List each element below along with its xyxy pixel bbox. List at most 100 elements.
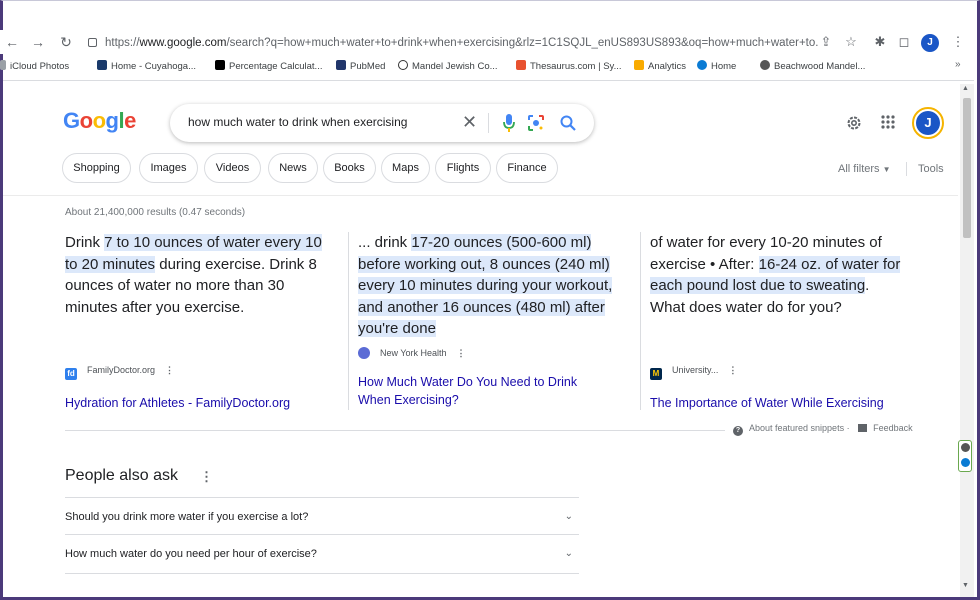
url-prefix: https://	[105, 37, 140, 49]
bookmark-item[interactable]: iCloud Photos	[0, 60, 69, 72]
chevron-down-icon: ⌄	[564, 511, 573, 522]
snippet-source-3[interactable]: M University... ⋮	[650, 365, 737, 380]
account-avatar[interactable]: J	[912, 107, 944, 139]
address-bar-row: ← → ↻ https://www.google.com/search?q=ho…	[0, 30, 974, 54]
bookmark-item[interactable]: Analytics	[634, 60, 686, 72]
about-featured-snippets-link[interactable]: About featured snippets	[749, 423, 844, 433]
clear-icon[interactable]: ✕	[462, 112, 477, 133]
snippet-link-1[interactable]: Hydration for Athletes - FamilyDoctor.or…	[65, 394, 290, 412]
chip-finance[interactable]: Finance	[496, 153, 558, 183]
feedback-icon	[858, 424, 868, 432]
bookmark-icon	[215, 60, 225, 70]
snippet-link-3[interactable]: The Importance of Water While Exercising	[650, 394, 884, 412]
browser-menu-icon[interactable]: ⋮	[950, 34, 966, 50]
logo-letter: e	[124, 108, 136, 133]
chip-images[interactable]: Images	[139, 153, 198, 183]
bookmark-item[interactable]: Mandel Jewish Co...	[398, 60, 498, 72]
chip-shopping[interactable]: Shopping	[62, 153, 131, 183]
settings-gear-icon[interactable]	[845, 114, 863, 132]
lock-icon	[88, 38, 97, 47]
bookmark-icon	[0, 60, 6, 70]
bookmark-icon	[760, 60, 770, 70]
back-arrow-icon[interactable]: ←	[4, 34, 20, 50]
side-panel-icon[interactable]: ◻	[896, 34, 912, 50]
extension-widget[interactable]	[958, 440, 972, 472]
logo-letter: G	[63, 108, 80, 133]
help-icon: ?	[733, 426, 743, 436]
browser-profile-avatar[interactable]: J	[921, 34, 939, 52]
more-options-icon[interactable]: ⋮	[165, 365, 174, 376]
search-icon[interactable]	[559, 114, 577, 132]
microphone-icon[interactable]	[502, 113, 516, 133]
bookmark-star-icon[interactable]: ☆	[843, 34, 859, 50]
snippet-source-2[interactable]: New York Health ⋮	[358, 347, 466, 359]
snippet-text-3: of water for every 10-20 minutes of exer…	[650, 234, 901, 316]
snippet-source-1[interactable]: fd FamilyDoctor.org ⋮	[65, 365, 174, 380]
paa-question[interactable]: Should you drink more water if you exerc…	[65, 497, 579, 535]
bookmark-icon	[336, 60, 346, 70]
url-host: www.google.com	[139, 37, 227, 49]
bookmarks-bar: iCloud Photos Home - Cuyahoga... Percent…	[0, 57, 974, 77]
snippet-divider	[348, 232, 349, 410]
url-path: /search?q=how+much+water+to+drink+when+e…	[226, 37, 818, 49]
bookmark-icon	[697, 60, 707, 70]
bookmark-item[interactable]: Home	[697, 60, 736, 72]
scroll-down-arrow-icon[interactable]: ▼	[962, 582, 969, 589]
bookmark-item[interactable]: PubMed	[336, 60, 385, 72]
bookmark-item[interactable]: Thesaurus.com | Sy...	[516, 60, 622, 72]
google-apps-icon[interactable]	[880, 114, 896, 130]
scroll-up-arrow-icon[interactable]: ▲	[962, 85, 969, 92]
familydoctor-favicon-icon: fd	[65, 368, 77, 380]
tools-divider	[906, 162, 907, 176]
toolbar-divider	[3, 80, 974, 81]
search-box[interactable]: how much water to drink when exercising …	[170, 104, 594, 142]
chips-divider	[3, 195, 958, 196]
paa-bottom-divider	[65, 573, 579, 574]
reload-icon[interactable]: ↻	[58, 34, 74, 51]
logo-letter: o	[92, 108, 106, 133]
more-options-icon[interactable]: ⋮	[457, 348, 466, 359]
snippet-text-2: ... drink 17-20 ounces (500-600 ml) befo…	[358, 234, 613, 337]
dropdown-arrow-icon: ▼	[882, 165, 891, 174]
bookmark-item[interactable]: Home - Cuyahoga...	[97, 60, 196, 72]
chip-news[interactable]: News	[268, 153, 318, 183]
extension-icon[interactable]	[961, 443, 970, 452]
chip-maps[interactable]: Maps	[381, 153, 430, 183]
michigan-favicon-icon: M	[650, 368, 662, 380]
scrollbar-thumb[interactable]	[963, 98, 971, 238]
bookmark-item[interactable]: Percentage Calculat...	[215, 60, 322, 72]
chevron-down-icon: ⌄	[564, 548, 573, 559]
snippets-bottom-divider	[65, 430, 725, 431]
bookmark-icon	[398, 60, 408, 70]
tools-button[interactable]: Tools	[918, 163, 944, 175]
result-stats: About 21,400,000 results (0.47 seconds)	[65, 207, 246, 218]
paa-question[interactable]: How much water do you need per hour of e…	[65, 534, 579, 572]
forward-arrow-icon[interactable]: →	[30, 34, 46, 50]
bookmark-icon	[97, 60, 107, 70]
about-snippets-row: ? About featured snippets · Feedback	[733, 423, 913, 436]
snippet-link-2[interactable]: How Much Water Do You Need to Drink When…	[358, 373, 577, 409]
google-lens-icon[interactable]	[527, 114, 545, 132]
newyorkhealth-favicon-icon	[358, 347, 370, 359]
chip-books[interactable]: Books	[323, 153, 376, 183]
bookmark-item[interactable]: Beachwood Mandel...	[760, 60, 865, 72]
extension-icon[interactable]	[961, 458, 970, 467]
share-icon[interactable]: ⇪	[818, 34, 834, 50]
url-field[interactable]: https://www.google.com/search?q=how+much…	[88, 32, 818, 54]
snippet-text-1: Drink 7 to 10 ounces of water every 10 t…	[65, 234, 322, 316]
search-input[interactable]: how much water to drink when exercising	[188, 115, 407, 129]
bookmark-icon	[516, 60, 526, 70]
logo-letter: o	[79, 108, 93, 133]
people-also-ask-heading: People also ask	[65, 467, 178, 484]
extensions-puzzle-icon[interactable]: ✱	[872, 34, 888, 50]
google-logo[interactable]: Google	[63, 108, 136, 134]
bookmarks-overflow-icon[interactable]: »	[955, 59, 961, 70]
paa-more-options-icon[interactable]: ⋮	[200, 469, 213, 485]
search-box-divider	[488, 113, 489, 133]
chip-videos[interactable]: Videos	[204, 153, 261, 183]
more-options-icon[interactable]: ⋮	[728, 365, 737, 376]
snippet-divider	[640, 232, 641, 410]
feedback-link[interactable]: Feedback	[873, 423, 913, 433]
all-filters-button[interactable]: All filters ▼	[838, 163, 891, 175]
chip-flights[interactable]: Flights	[435, 153, 491, 183]
